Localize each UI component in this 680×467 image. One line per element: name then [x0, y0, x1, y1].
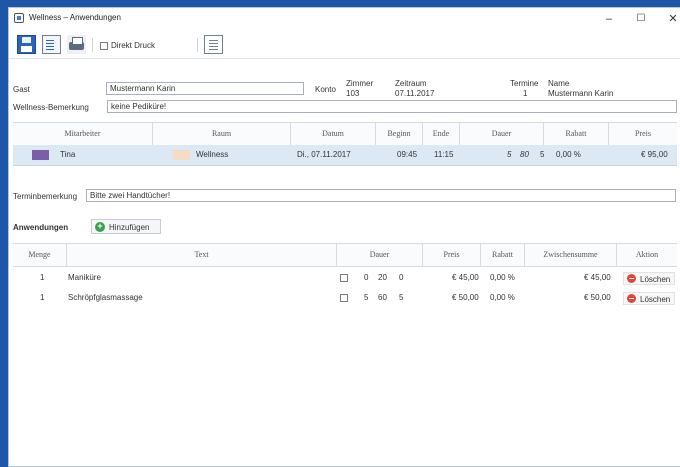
anwendung-dauer-b: 60	[378, 293, 387, 302]
konto-label: Konto	[315, 85, 336, 94]
col-ende[interactable]: Ende	[423, 123, 460, 145]
app-icon	[14, 13, 24, 23]
name-value: Mustermann Karin	[548, 89, 614, 98]
terminbemerkung-label: Terminbemerkung	[13, 192, 78, 201]
col-rabatt[interactable]: Rabatt	[544, 123, 609, 145]
hinzufuegen-button[interactable]: Hinzufügen	[91, 219, 161, 234]
minimize-button[interactable]: –	[597, 11, 621, 27]
anwendung-menge: 1	[40, 273, 45, 282]
anwendung-preis: € 50,00	[452, 293, 479, 302]
col-dauer[interactable]: Dauer	[337, 244, 423, 266]
anwendung-dauer-a: 5	[364, 293, 369, 302]
add-icon	[95, 221, 105, 232]
appointment-datum: Di., 07.11.2017	[297, 150, 351, 159]
col-preis[interactable]: Preis	[423, 244, 481, 266]
col-menge[interactable]: Menge	[13, 244, 67, 266]
anwendung-dauer-a: 0	[364, 273, 369, 282]
appointment-raum: Wellness	[196, 150, 229, 159]
anwendung-rabatt: 0,00 %	[490, 293, 515, 302]
terminbemerkung-field[interactable]: Bitte zwei Handtücher!	[86, 189, 676, 202]
delete-icon	[627, 274, 636, 283]
appointments-header: Mitarbeiter Raum Datum Beginn Ende Dauer…	[13, 122, 677, 146]
zeitraum-value: 07.11.2017	[395, 89, 435, 98]
anwendung-text: Schröpfglasmassage	[68, 293, 143, 302]
anwendung-text: Maniküre	[68, 273, 101, 282]
direkt-druck-label: Direkt Druck	[111, 41, 156, 50]
anwendung-zwischensumme: € 45,00	[584, 273, 611, 282]
loeschen-label: Löschen	[640, 295, 671, 304]
direkt-druck-checkbox[interactable]	[100, 42, 108, 50]
col-datum[interactable]: Datum	[291, 123, 376, 145]
gast-field[interactable]: Mustermann Karin	[106, 82, 304, 95]
anwendung-dauer-c: 0	[399, 273, 404, 282]
loeschen-label: Löschen	[640, 275, 671, 284]
list-icon[interactable]	[204, 35, 223, 54]
wellness-bemerkung-field[interactable]: keine Pediküre!	[107, 100, 677, 113]
anwendung-menge: 1	[40, 293, 45, 302]
name-label: Name	[548, 79, 570, 88]
anwendungen-header: Menge Text Dauer Preis Rabatt Zwischensu…	[13, 243, 677, 267]
appointment-preis: € 95,00	[641, 150, 668, 159]
toolbar-separator	[197, 38, 198, 52]
appointment-dauer-b: 80	[520, 150, 529, 159]
loeschen-button[interactable]: Löschen	[623, 272, 675, 285]
col-preis[interactable]: Preis	[609, 123, 677, 145]
appointment-dauer-c: 5	[540, 150, 545, 159]
anwendung-preis: € 45,00	[452, 273, 479, 282]
wellness-bemerkung-label: Wellness-Bemerkung	[13, 103, 89, 112]
appointment-beginn: 09:45	[397, 150, 418, 159]
gast-label: Gast	[13, 85, 30, 94]
anwendung-rabatt: 0,00 %	[490, 273, 515, 282]
maximize-button[interactable]: ☐	[629, 11, 653, 27]
wellness-window: Wellness – Anwendungen – ☐ ✕ Direkt Druc…	[8, 7, 680, 467]
raum-color-swatch	[173, 150, 190, 160]
title-bar: Wellness – Anwendungen – ☐ ✕	[9, 8, 680, 30]
anwendung-checkbox[interactable]	[340, 274, 348, 282]
printer-icon[interactable]	[67, 35, 86, 54]
col-beginn[interactable]: Beginn	[376, 123, 423, 145]
col-raum[interactable]: Raum	[153, 123, 291, 145]
zeitraum-label: Zeitraum	[395, 79, 427, 88]
col-text[interactable]: Text	[67, 244, 337, 266]
col-aktion[interactable]: Aktion	[617, 244, 677, 266]
close-button[interactable]: ✕	[661, 11, 680, 27]
loeschen-button[interactable]: Löschen	[623, 292, 675, 305]
toolbar-separator	[92, 38, 93, 52]
save-icon[interactable]	[17, 35, 36, 54]
toolbar: Direkt Druck	[9, 32, 680, 59]
appointment-ende: 11:15	[434, 150, 454, 159]
appointment-rabatt: 0,00 %	[556, 150, 581, 159]
mitarbeiter-color-swatch	[32, 150, 49, 160]
appointment-mitarbeiter: Tina	[60, 150, 76, 159]
anwendung-row[interactable]: 1 Maniküre 0 20 0 € 45,00 0,00 % € 45,00…	[13, 269, 677, 287]
anwendung-dauer-b: 20	[378, 273, 387, 282]
appointment-row[interactable]: Tina Wellness Di., 07.11.2017 09:45 11:1…	[13, 145, 677, 166]
delete-icon	[627, 294, 636, 303]
zimmer-label: Zimmer	[346, 79, 374, 88]
anwendung-zwischensumme: € 50,00	[584, 293, 611, 302]
col-zwischensumme[interactable]: Zwischensumme	[525, 244, 617, 266]
anwendung-row[interactable]: 1 Schröpfglasmassage 5 60 5 € 50,00 0,00…	[13, 289, 677, 307]
col-dauer[interactable]: Dauer	[460, 123, 544, 145]
hinzufuegen-label: Hinzufügen	[109, 223, 150, 232]
termine-label: Termine	[510, 79, 539, 88]
anwendungen-label: Anwendungen	[13, 223, 69, 232]
zimmer-value: 103	[346, 89, 360, 98]
anwendung-checkbox[interactable]	[340, 294, 348, 302]
col-rabatt[interactable]: Rabatt	[481, 244, 525, 266]
preview-icon[interactable]	[42, 35, 61, 54]
col-mitarbeiter[interactable]: Mitarbeiter	[13, 123, 153, 145]
anwendung-dauer-c: 5	[399, 293, 404, 302]
appointment-dauer-a: 5	[507, 150, 512, 159]
termine-value: 1	[523, 89, 528, 98]
window-title: Wellness – Anwendungen	[29, 13, 121, 22]
